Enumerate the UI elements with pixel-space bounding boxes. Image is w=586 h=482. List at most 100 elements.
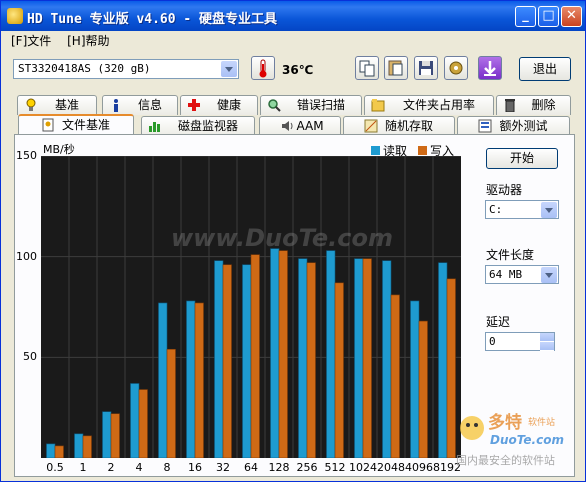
watermark-text: www.DuoTe.com <box>171 224 393 252</box>
tab-benchmark[interactable]: 基准 <box>17 95 97 115</box>
y-tick-label: 50 <box>23 350 37 364</box>
floppy-icon <box>419 61 433 75</box>
read-bar-4096 <box>410 300 420 459</box>
menu-help[interactable]: [H]帮助 <box>61 32 115 49</box>
arrow-down-icon <box>484 61 496 76</box>
spin-up-icon[interactable] <box>540 333 554 342</box>
x-tick-label: 8 <box>163 461 171 474</box>
chevron-down-icon[interactable] <box>221 61 237 77</box>
read-bar-512 <box>326 250 336 459</box>
x-tick-label: 256 <box>296 461 318 474</box>
paste-button[interactable] <box>384 56 408 80</box>
maximize-button[interactable]: □ <box>538 6 559 27</box>
temperature-readout: 36℃ <box>282 63 314 77</box>
write-bar-1024 <box>362 258 372 459</box>
delay-spinner[interactable]: 0 <box>485 332 555 351</box>
x-tick-label: 16 <box>188 461 202 474</box>
drive-dropdown-value: ST3320418AS (320 gB) <box>18 62 151 75</box>
read-bar-4 <box>130 383 140 459</box>
write-bar-4 <box>138 389 148 459</box>
temperature-button[interactable] <box>251 56 275 80</box>
read-bar-256 <box>298 258 308 459</box>
menu-bar: [F]文件 [H]帮助 <box>5 32 116 50</box>
tab-disk-monitor[interactable]: 磁盘监视器 <box>141 116 255 136</box>
tab-file-benchmark[interactable]: 文件基准 <box>18 114 134 135</box>
read-bar-64 <box>242 264 252 459</box>
write-bar-8192 <box>446 278 456 459</box>
write-bar-512 <box>334 282 344 459</box>
read-bar-16 <box>186 300 196 459</box>
spinner-buttons[interactable] <box>540 333 554 351</box>
drive-letter-dropdown[interactable]: C: <box>485 200 559 219</box>
read-bar-8192 <box>438 262 448 459</box>
download-button[interactable] <box>478 56 502 80</box>
start-button[interactable]: 开始 <box>486 148 558 169</box>
minimize-button[interactable]: _ <box>515 6 536 27</box>
x-tick-label: 32 <box>216 461 230 474</box>
read-bar-8 <box>158 302 168 459</box>
benchmark-chart: www.DuoTe.com <box>41 155 461 459</box>
write-bar-8 <box>166 348 176 459</box>
legend-read-swatch <box>371 146 380 155</box>
duote-brand-logo: 多特 软件站 DuoTe.com 国内最安全的软件站 <box>456 406 584 478</box>
write-bar-2048 <box>390 294 400 459</box>
drive-label: 驱动器 <box>486 183 523 197</box>
svg-text:DuoTe.com: DuoTe.com <box>490 433 564 447</box>
close-button[interactable]: ✕ <box>561 6 582 27</box>
read-bar-0.5 <box>46 443 56 459</box>
y-tick-label: 100 <box>16 249 37 263</box>
tab-delete[interactable]: 删除 <box>496 95 571 115</box>
chevron-down-icon[interactable] <box>541 202 557 218</box>
write-bar-256 <box>306 262 316 459</box>
legend-write-swatch <box>418 146 427 155</box>
tab-health[interactable]: 健康 <box>180 95 258 115</box>
options-button[interactable] <box>444 56 468 80</box>
save-button[interactable] <box>414 56 438 80</box>
copy-button[interactable] <box>355 56 379 80</box>
tab-random-access[interactable]: 随机存取 <box>343 116 455 136</box>
x-tick-label: 1024 <box>349 461 377 474</box>
read-bar-1 <box>74 433 84 459</box>
tab-error-scan[interactable]: 错误扫描 <box>260 95 362 115</box>
exit-button[interactable]: 退出 <box>519 57 571 81</box>
thermometer-icon <box>259 59 267 78</box>
write-bar-4096 <box>418 320 428 459</box>
menu-file[interactable]: [F]文件 <box>5 32 57 49</box>
x-tick-label: 1 <box>79 461 87 474</box>
x-tick-label: 128 <box>268 461 290 474</box>
svg-text:国内最安全的软件站: 国内最安全的软件站 <box>456 453 555 467</box>
write-bar-128 <box>278 250 288 459</box>
drive-dropdown[interactable]: ST3320418AS (320 gB) <box>13 59 239 79</box>
x-tick-label: 4096 <box>405 461 433 474</box>
clipboard-icon <box>388 60 403 76</box>
tab-extra-tests[interactable]: 额外测试 <box>457 116 570 136</box>
spin-down-icon[interactable] <box>540 342 554 351</box>
chevron-down-icon[interactable] <box>541 267 557 283</box>
tab-folder-usage[interactable]: 文件夹占用率 <box>364 95 494 115</box>
file-length-label: 文件长度 <box>486 248 535 262</box>
x-tick-label: 2048 <box>377 461 405 474</box>
file-length-dropdown[interactable]: 64 MB <box>485 265 559 284</box>
read-bar-128 <box>270 248 280 459</box>
svg-text:软件站: 软件站 <box>528 416 555 428</box>
write-bar-1 <box>82 435 92 459</box>
tab-aam[interactable]: AAM <box>259 116 341 136</box>
read-bar-1024 <box>354 258 364 459</box>
toolbar: ST3320418AS (320 gB) 36℃ 退出 <box>1 53 585 85</box>
title-bar[interactable]: HD Tune 专业版 v4.60 - 硬盘专业工具 _ □ ✕ <box>1 1 585 31</box>
write-bar-0.5 <box>54 445 64 459</box>
copy-icon <box>359 60 375 77</box>
write-bar-16 <box>194 302 204 459</box>
x-tick-label: 4 <box>135 461 143 474</box>
x-tick-label: 0.5 <box>46 461 64 474</box>
svg-text:多特: 多特 <box>488 412 522 433</box>
delay-label: 延迟 <box>486 315 511 329</box>
gear-icon <box>449 61 463 75</box>
write-bar-2 <box>110 413 120 459</box>
x-tick-label: 512 <box>324 461 346 474</box>
tab-info[interactable]: 信息 <box>102 95 178 115</box>
app-icon <box>7 8 23 24</box>
benchmark-chart-svg <box>41 155 461 459</box>
read-bar-2 <box>102 411 112 459</box>
app-window: HD Tune 专业版 v4.60 - 硬盘专业工具 _ □ ✕ [F]文件 [… <box>0 0 586 482</box>
